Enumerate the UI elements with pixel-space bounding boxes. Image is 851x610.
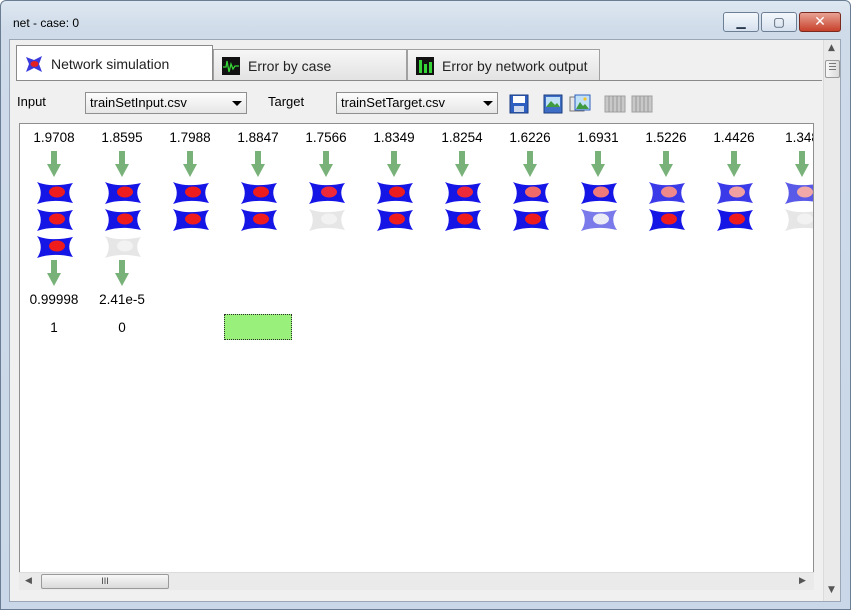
neuron-icon[interactable]	[240, 208, 278, 232]
neuron-icon[interactable]	[308, 208, 346, 232]
neuron-icon[interactable]	[376, 208, 414, 232]
tab-error-by-network-output[interactable]: Error by network output	[407, 49, 600, 81]
vertical-scrollbar[interactable]: ▲ ▼	[823, 40, 840, 601]
input-value: 1.7566	[305, 130, 347, 145]
neuron-icon[interactable]	[784, 181, 814, 205]
image-save-icon[interactable]	[542, 93, 564, 115]
input-value: 1.8595	[101, 130, 143, 145]
save-icon[interactable]	[508, 93, 530, 115]
neuron-icon[interactable]	[648, 208, 686, 232]
arrow-down-icon	[183, 151, 197, 177]
target-value: 0	[118, 320, 126, 335]
neuron-icon[interactable]	[36, 181, 74, 205]
neuron-icon[interactable]	[104, 181, 142, 205]
horizontal-scrollbar[interactable]: ◀ III ▶	[19, 572, 814, 590]
maximize-icon: ▢	[773, 15, 785, 29]
input-file-select[interactable]: trainSetInput.csv	[85, 92, 247, 114]
client-area: Network simulation Error by case Error b…	[9, 39, 841, 602]
neuron-icon[interactable]	[444, 181, 482, 205]
neuron-icon[interactable]	[784, 208, 814, 232]
neuron-icon[interactable]	[716, 208, 754, 232]
vertical-scroll-thumb[interactable]	[825, 60, 840, 78]
arrow-down-icon	[795, 151, 809, 177]
minimize-icon: ▁	[736, 15, 746, 29]
input-value: 1.8254	[441, 130, 483, 145]
neuron-icon[interactable]	[172, 208, 210, 232]
neuron-icon[interactable]	[580, 208, 618, 232]
tab-label: Network simulation	[51, 55, 170, 72]
tab-strip: Network simulation Error by case Error b…	[16, 45, 600, 81]
neuron-icon[interactable]	[444, 208, 482, 232]
scroll-right-icon[interactable]: ▶	[799, 576, 806, 586]
network-simulation-canvas[interactable]: 1.9708 1.8595 1.7988 1.8847 1.7566 1.8349 1.82…	[19, 123, 814, 575]
grid-icon[interactable]	[631, 93, 653, 115]
input-value: 1.348	[785, 130, 813, 145]
minimize-button[interactable]: ▁	[723, 12, 759, 32]
arrow-down-icon	[47, 260, 61, 286]
scroll-up-icon[interactable]: ▲	[828, 43, 835, 53]
grid-icon[interactable]	[604, 93, 626, 115]
arrow-down-icon	[523, 151, 537, 177]
image-copy-icon[interactable]	[569, 93, 591, 115]
neuron-icon[interactable]	[36, 208, 74, 232]
window-title: net - case: 0	[13, 16, 80, 30]
tab-error-by-case[interactable]: Error by case	[213, 49, 407, 81]
neuron-icon[interactable]	[648, 181, 686, 205]
scroll-down-icon[interactable]: ▼	[828, 585, 835, 595]
bar-chart-icon	[416, 56, 434, 75]
output-value: 0.99998	[29, 292, 79, 307]
input-value: 1.6226	[509, 130, 551, 145]
neuron-icon[interactable]	[512, 208, 550, 232]
neuron-icon[interactable]	[104, 235, 142, 259]
arrow-down-icon	[659, 151, 673, 177]
output-value: 2.41e-5	[99, 292, 145, 307]
neuron-icon[interactable]	[716, 181, 754, 205]
input-value: 1.6931	[577, 130, 619, 145]
neuron-icon[interactable]	[104, 208, 142, 232]
arrow-down-icon	[455, 151, 469, 177]
input-value: 1.4426	[713, 130, 755, 145]
close-button[interactable]: ✕	[799, 12, 841, 32]
input-value: 1.7988	[169, 130, 211, 145]
selection-box[interactable]	[224, 314, 292, 340]
input-file-value: trainSetInput.csv	[90, 95, 187, 110]
target-label: Target	[268, 94, 305, 109]
waveform-chart-icon	[222, 56, 240, 75]
target-file-value: trainSetTarget.csv	[341, 95, 446, 110]
arrow-down-icon	[47, 151, 61, 177]
network-icon	[26, 55, 42, 72]
input-value: 1.8349	[373, 130, 415, 145]
arrow-down-icon	[251, 151, 265, 177]
scroll-left-icon[interactable]: ◀	[25, 576, 32, 586]
neuron-icon[interactable]	[512, 181, 550, 205]
input-value: 1.5226	[645, 130, 687, 145]
tab-label: Error by case	[248, 57, 332, 74]
neuron-icon[interactable]	[580, 181, 618, 205]
tab-network-simulation[interactable]: Network simulation	[16, 45, 213, 81]
neuron-icon[interactable]	[376, 181, 414, 205]
neuron-icon[interactable]	[240, 181, 278, 205]
tab-label: Error by network output	[442, 57, 588, 74]
application-window: net - case: 0 ▁ ▢ ✕ Network simulation E…	[0, 0, 851, 610]
input-value: 1.8847	[237, 130, 279, 145]
arrow-down-icon	[115, 260, 129, 286]
target-file-select[interactable]: trainSetTarget.csv	[336, 92, 498, 114]
arrow-down-icon	[387, 151, 401, 177]
input-value: 1.9708	[33, 130, 75, 145]
arrow-down-icon	[319, 151, 333, 177]
input-label: Input	[17, 94, 46, 109]
close-icon: ✕	[814, 14, 826, 30]
arrow-down-icon	[591, 151, 605, 177]
horizontal-scroll-thumb[interactable]: III	[41, 574, 169, 589]
target-value: 1	[50, 320, 58, 335]
chevron-down-icon	[483, 101, 493, 106]
neuron-icon[interactable]	[36, 235, 74, 259]
chevron-down-icon	[232, 101, 242, 106]
arrow-down-icon	[115, 151, 129, 177]
neuron-icon[interactable]	[308, 181, 346, 205]
title-bar[interactable]: net - case: 0 ▁ ▢ ✕	[1, 1, 850, 32]
neuron-icon[interactable]	[172, 181, 210, 205]
maximize-button[interactable]: ▢	[761, 12, 797, 32]
arrow-down-icon	[727, 151, 741, 177]
